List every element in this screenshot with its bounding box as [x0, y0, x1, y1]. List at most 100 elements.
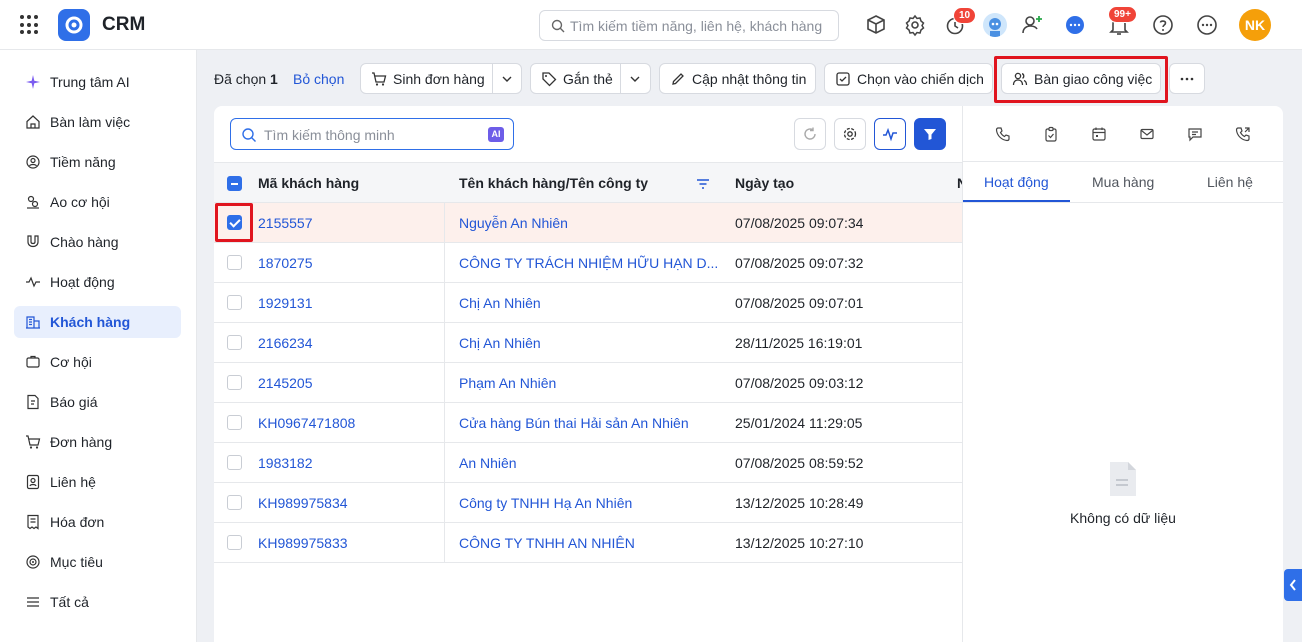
smart-search[interactable]: AI — [230, 118, 514, 150]
add-user-icon[interactable] — [1020, 13, 1044, 37]
customer-name-link[interactable]: CÔNG TY TRÁCH NHIỆM HỮU HẠN D... — [459, 255, 719, 271]
select-all-checkbox[interactable] — [227, 176, 242, 191]
table-row[interactable]: 2155557 Nguyễn An Nhiên 07/08/2025 09:07:3… — [214, 203, 962, 243]
tab-activities[interactable]: Hoạt động — [984, 174, 1049, 190]
analytics-button[interactable] — [874, 118, 906, 150]
table-row[interactable]: KH0967471808 Cửa hàng Bún thai Hải sản An… — [214, 403, 962, 443]
sidebar-item-12[interactable]: Mục tiêu — [14, 546, 181, 578]
table-row[interactable]: KH989975834 Công ty TNHH Hạ An Nhiên 13/12… — [214, 483, 962, 523]
chat-icon[interactable] — [1063, 13, 1087, 37]
customer-code-link[interactable]: KH989975834 — [258, 495, 438, 511]
crm-logo-icon[interactable] — [58, 9, 90, 41]
help-icon[interactable] — [1151, 13, 1175, 37]
filter-button[interactable] — [914, 118, 946, 150]
sidebar-item-2[interactable]: Tiềm năng — [14, 146, 181, 178]
gear-icon — [843, 127, 857, 141]
row-checkbox[interactable] — [227, 255, 242, 270]
more-actions-button[interactable] — [1169, 63, 1205, 94]
sidebar-item-11[interactable]: Hóa đơn — [14, 506, 181, 538]
customer-code-link[interactable]: KH989975833 — [258, 535, 438, 551]
created-date-cell: 07/08/2025 09:03:12 — [735, 375, 864, 391]
settings-gear-icon[interactable] — [903, 13, 927, 37]
assistant-avatar-icon[interactable] — [983, 13, 1007, 37]
create-order-button[interactable]: Sinh đơn hàng — [360, 63, 522, 94]
customer-name-link[interactable]: Chị An Nhiên — [459, 295, 719, 311]
mail-icon[interactable] — [1139, 126, 1155, 142]
customer-code-link[interactable]: 1983182 — [258, 455, 438, 471]
customer-code-link[interactable]: 2145205 — [258, 375, 438, 391]
table-settings-button[interactable] — [834, 118, 866, 150]
global-search-input[interactable] — [570, 16, 832, 36]
row-checkbox[interactable] — [227, 535, 242, 550]
table-row[interactable]: 1870275 CÔNG TY TRÁCH NHIỆM HỮU HẠN D... 0… — [214, 243, 962, 283]
row-checkbox[interactable] — [227, 335, 242, 350]
message-icon[interactable] — [1187, 126, 1203, 142]
customer-name-link[interactable]: Chị An Nhiên — [459, 335, 719, 351]
phone-icon[interactable] — [995, 126, 1011, 142]
sidebar-item-7[interactable]: Cơ hội — [14, 346, 181, 378]
customer-name-link[interactable]: CÔNG TY TNHH AN NHIÊN — [459, 535, 719, 551]
deselect-link[interactable]: Bỏ chọn — [293, 71, 344, 87]
row-checkbox[interactable] — [227, 455, 242, 470]
chevron-down-icon[interactable] — [500, 72, 514, 86]
customer-name-link[interactable]: Công ty TNHH Hạ An Nhiên — [459, 495, 719, 511]
sidebar-item-3[interactable]: Ao cơ hội — [14, 186, 181, 218]
sidebar-item-13[interactable]: Tất cả — [14, 586, 181, 618]
created-date-cell: 13/12/2025 10:27:10 — [735, 535, 864, 551]
created-date-cell: 25/01/2024 11:29:05 — [735, 415, 863, 431]
customer-code-link[interactable]: 2155557 — [258, 215, 438, 231]
app-title: CRM — [102, 14, 146, 35]
product-box-icon[interactable] — [864, 13, 888, 37]
call-log-icon[interactable] — [1235, 126, 1251, 142]
row-checkbox[interactable] — [227, 375, 242, 390]
customer-code-link[interactable]: 2166234 — [258, 335, 438, 351]
sidebar-item-8[interactable]: Báo giá — [14, 386, 181, 418]
column-created-date[interactable]: Ngày tạo — [735, 175, 794, 191]
customer-code-link[interactable]: 1870275 — [258, 255, 438, 271]
row-checkbox[interactable] — [227, 215, 242, 230]
row-checkbox[interactable] — [227, 295, 242, 310]
sidebar-item-9[interactable]: Đơn hàng — [14, 426, 181, 458]
global-search[interactable] — [539, 10, 839, 41]
column-customer-name[interactable]: Tên khách hàng/Tên công ty — [459, 175, 648, 191]
chevron-down-icon[interactable] — [628, 72, 642, 86]
calendar-icon[interactable] — [1091, 126, 1107, 142]
sidebar-item-label: Đơn hàng — [50, 434, 113, 450]
more-apps-icon[interactable] — [1195, 13, 1219, 37]
sidebar-item-0[interactable]: Trung tâm AI — [14, 66, 181, 98]
refresh-button[interactable] — [794, 118, 826, 150]
table-row[interactable]: 2166234 Chị An Nhiên 28/11/2025 16:19:01 — [214, 323, 962, 363]
customer-name-link[interactable]: Phạm An Nhiên — [459, 375, 719, 391]
task-icon[interactable] — [1043, 126, 1059, 142]
reminder-badge: 10 — [953, 7, 977, 24]
customer-name-link[interactable]: An Nhiên — [459, 455, 719, 471]
row-checkbox[interactable] — [227, 495, 242, 510]
tab-contacts[interactable]: Liên hệ — [1207, 174, 1253, 190]
customer-name-link[interactable]: Cửa hàng Bún thai Hải sản An Nhiên — [459, 415, 719, 431]
cart-icon — [26, 435, 41, 449]
tag-button[interactable]: Gắn thẻ — [530, 63, 651, 94]
collapse-panel-handle[interactable] — [1284, 569, 1302, 601]
customer-name-link[interactable]: Nguyễn An Nhiên — [459, 215, 719, 231]
add-to-campaign-button[interactable]: Chọn vào chiến dịch — [824, 63, 993, 94]
app-launcher-icon[interactable] — [20, 15, 40, 35]
sidebar-item-10[interactable]: Liên hệ — [14, 466, 181, 498]
column-customer-code[interactable]: Mã khách hàng — [258, 175, 359, 191]
sidebar-item-5[interactable]: Hoạt động — [14, 266, 181, 298]
sidebar-item-1[interactable]: Bàn làm việc — [14, 106, 181, 138]
sidebar-item-6[interactable]: Khách hàng — [14, 306, 181, 338]
table-row[interactable]: 1983182 An Nhiên 07/08/2025 08:59:52 — [214, 443, 962, 483]
handover-work-button[interactable]: Bàn giao công việc — [1001, 63, 1161, 94]
tab-purchases[interactable]: Mua hàng — [1092, 174, 1154, 190]
update-info-button[interactable]: Cập nhật thông tin — [659, 63, 816, 94]
sidebar-item-4[interactable]: Chào hàng — [14, 226, 181, 258]
table-row[interactable]: KH989975833 CÔNG TY TNHH AN NHIÊN 13/12/20… — [214, 523, 962, 563]
row-checkbox[interactable] — [227, 415, 242, 430]
customer-code-link[interactable]: KH0967471808 — [258, 415, 438, 431]
smart-search-input[interactable] — [264, 125, 479, 145]
column-filter-icon[interactable] — [696, 178, 710, 190]
table-row[interactable]: 1929131 Chị An Nhiên 07/08/2025 09:07:01 — [214, 283, 962, 323]
customer-code-link[interactable]: 1929131 — [258, 295, 438, 311]
user-avatar[interactable]: NK — [1239, 9, 1271, 41]
table-row[interactable]: 2145205 Phạm An Nhiên 07/08/2025 09:03:12 — [214, 363, 962, 403]
